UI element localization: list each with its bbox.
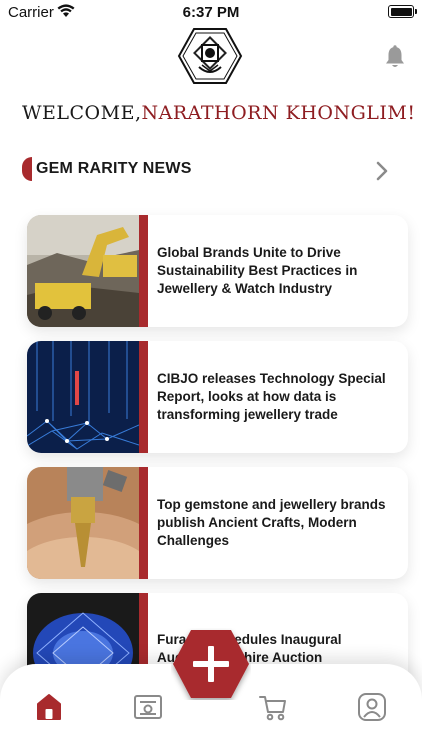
welcome-prefix: WELCOME,: [22, 102, 142, 124]
news-thumbnail-data: [27, 341, 139, 453]
clock: 6:37 PM: [182, 4, 240, 21]
news-card[interactable]: CIBJO releases Technology Special Report…: [27, 341, 408, 453]
certificate-icon[interactable]: [133, 690, 163, 724]
battery-icon: [388, 5, 417, 18]
welcome-heading: WELCOME,NARATHORN KHONGLIM!: [22, 102, 415, 124]
home-icon[interactable]: [34, 690, 64, 724]
news-accent-bar: [139, 341, 148, 453]
news-title: Global Brands Unite to Drive Sustainabil…: [157, 245, 358, 296]
news-title: Top gemstone and jewellery brands publis…: [157, 497, 386, 548]
user-name: NARATHORN KHONGLIM!: [141, 102, 416, 124]
news-accent-bar: [139, 215, 148, 327]
brand-logo: [177, 28, 243, 84]
add-button[interactable]: [171, 628, 251, 700]
chevron-right-icon[interactable]: [374, 158, 390, 184]
news-thumbnail-polishing: [27, 467, 139, 579]
profile-icon[interactable]: [357, 690, 387, 724]
news-accent-bar: [139, 467, 148, 579]
news-title: CIBJO releases Technology Special Report…: [157, 371, 386, 422]
news-card[interactable]: Top gemstone and jewellery brands publis…: [27, 467, 408, 579]
news-thumbnail-mining: [27, 215, 139, 327]
news-card[interactable]: Global Brands Unite to Drive Sustainabil…: [27, 215, 408, 327]
bell-icon[interactable]: [384, 45, 406, 69]
section-accent: [22, 157, 32, 181]
status-bar: Carrier 6:37 PM: [0, 0, 422, 26]
cart-icon[interactable]: [258, 690, 288, 724]
section-title: GEM RARITY NEWS: [36, 160, 192, 177]
